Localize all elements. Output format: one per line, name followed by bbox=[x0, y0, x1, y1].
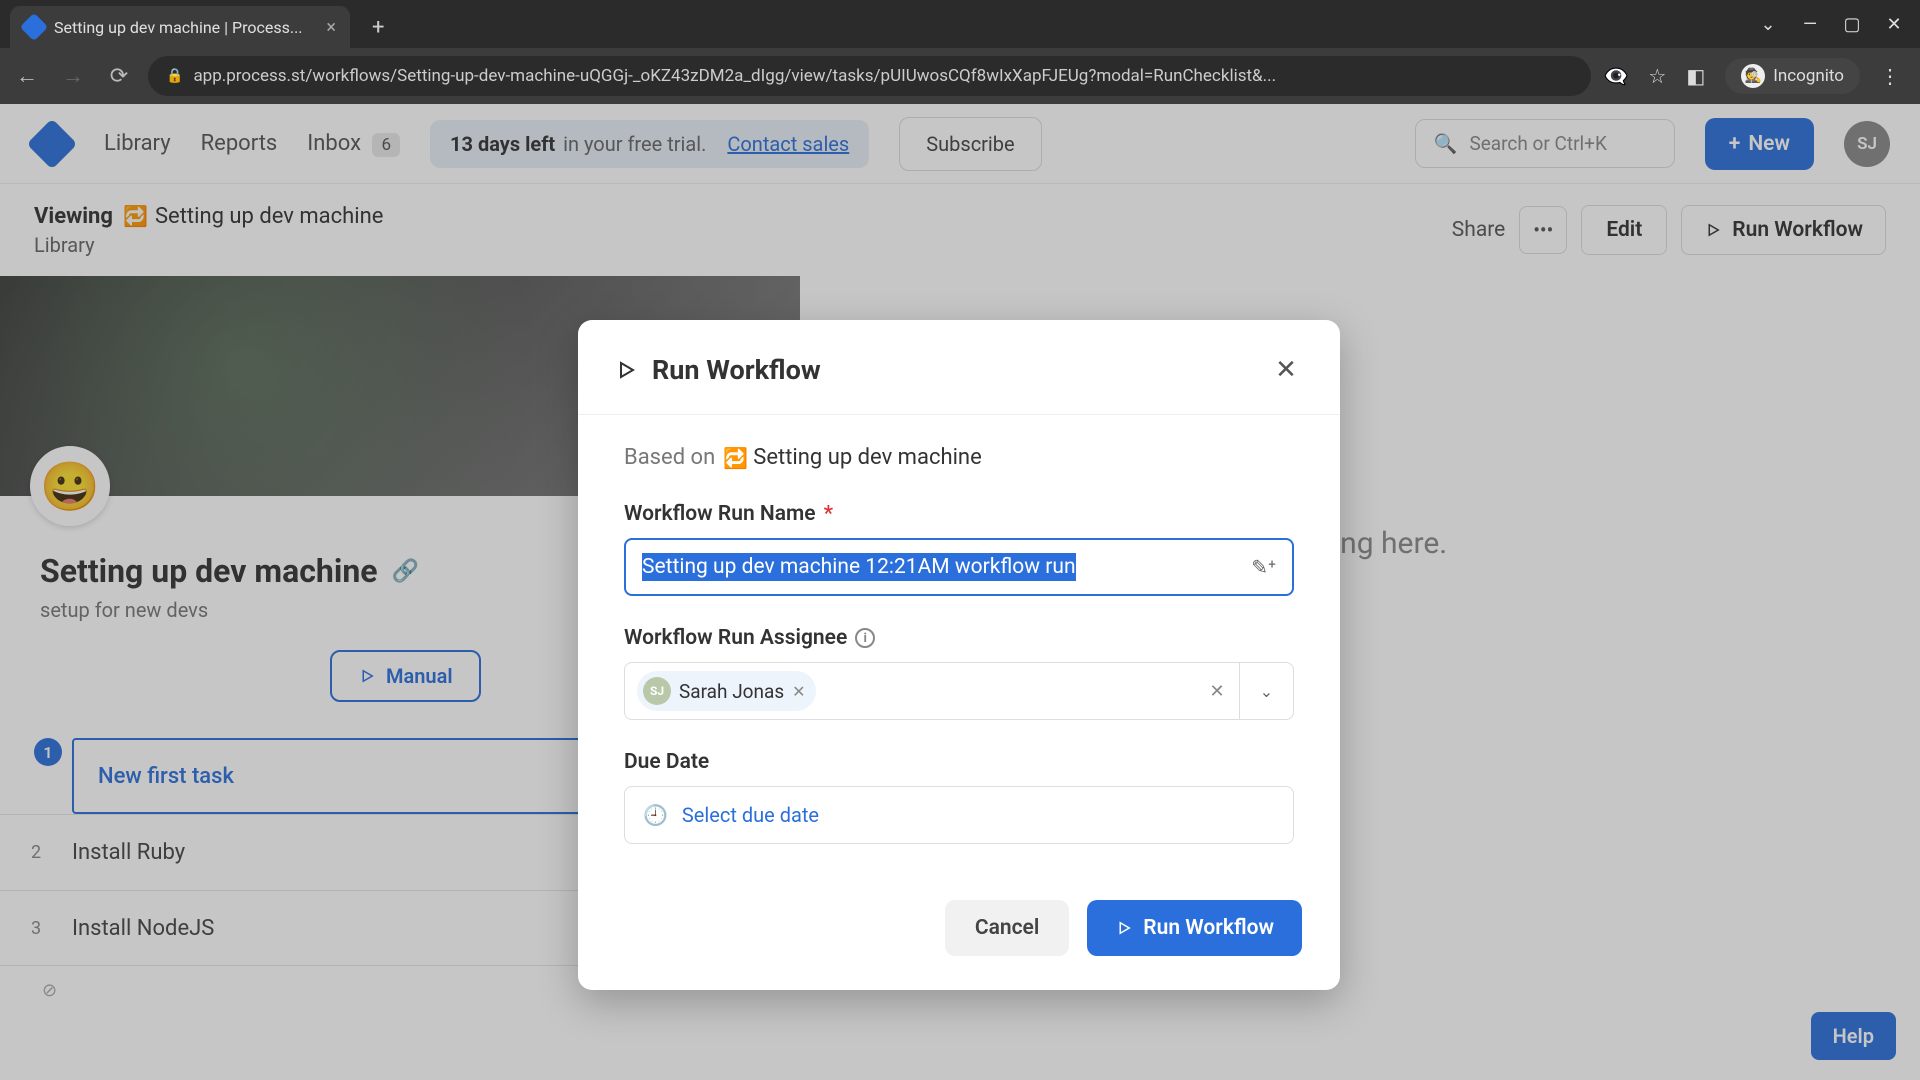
tabs-dropdown-icon[interactable]: ⌄ bbox=[1760, 16, 1776, 32]
chip-remove-icon[interactable]: ✕ bbox=[792, 682, 805, 701]
magic-wand-icon[interactable]: ✎⁺ bbox=[1251, 555, 1276, 579]
lock-icon: 🔒 bbox=[166, 68, 183, 84]
modal-title-text: Run Workflow bbox=[652, 354, 821, 386]
back-icon[interactable]: ← bbox=[10, 59, 44, 93]
eye-off-icon[interactable]: 👁‍🗨 bbox=[1603, 64, 1628, 88]
assignee-chip: SJ Sarah Jonas ✕ bbox=[637, 671, 816, 711]
clear-assignees-icon[interactable]: ✕ bbox=[1195, 681, 1239, 702]
star-icon[interactable]: ☆ bbox=[1648, 64, 1666, 88]
extensions-icon[interactable]: ◧ bbox=[1686, 64, 1705, 88]
name-label-text: Workflow Run Name bbox=[624, 502, 816, 526]
run-workflow-submit-button[interactable]: Run Workflow bbox=[1087, 900, 1302, 956]
run-workflow-modal: Run Workflow ✕ Based on 🔁 Setting up dev… bbox=[578, 320, 1340, 990]
browser-chrome: Setting up dev machine | Process... × + … bbox=[0, 0, 1920, 104]
chip-name: Sarah Jonas bbox=[679, 680, 784, 703]
based-on-label: Based on bbox=[624, 445, 715, 470]
assignee-label-text: Workflow Run Assignee bbox=[624, 626, 847, 650]
forward-icon[interactable]: → bbox=[56, 59, 90, 93]
modal-close-button[interactable]: ✕ bbox=[1268, 352, 1304, 388]
minimize-icon[interactable]: — bbox=[1802, 16, 1818, 32]
modal-title: Run Workflow bbox=[614, 354, 821, 386]
due-date-placeholder: Select due date bbox=[682, 803, 819, 827]
incognito-label: Incognito bbox=[1773, 66, 1844, 86]
play-icon bbox=[614, 358, 638, 382]
run-name-value: Setting up dev machine 12:21AM workflow … bbox=[642, 553, 1076, 581]
incognito-badge[interactable]: 🕵 Incognito bbox=[1725, 58, 1860, 94]
required-star: * bbox=[824, 502, 833, 526]
close-window-icon[interactable]: ✕ bbox=[1886, 16, 1902, 32]
workflow-icon: 🔁 bbox=[723, 449, 745, 467]
tab-close-icon[interactable]: × bbox=[326, 17, 336, 38]
info-icon[interactable]: i bbox=[855, 628, 875, 648]
url-text: app.process.st/workflows/Setting-up-dev-… bbox=[193, 66, 1276, 86]
based-on-name: Setting up dev machine bbox=[753, 445, 981, 470]
clock-icon: 🕘 bbox=[643, 803, 668, 827]
incognito-icon: 🕵 bbox=[1741, 64, 1765, 88]
assignee-chips: SJ Sarah Jonas ✕ bbox=[625, 671, 1195, 711]
modal-footer: Cancel Run Workflow bbox=[578, 874, 1340, 990]
chip-avatar: SJ bbox=[643, 677, 671, 705]
assignee-select[interactable]: SJ Sarah Jonas ✕ ✕ ⌄ bbox=[624, 662, 1294, 720]
assignee-dropdown-icon[interactable]: ⌄ bbox=[1239, 663, 1293, 719]
run-label: Run Workflow bbox=[1143, 916, 1274, 940]
modal-header: Run Workflow ✕ bbox=[578, 320, 1340, 414]
due-date-input[interactable]: 🕘 Select due date bbox=[624, 786, 1294, 844]
addr-right: 👁‍🗨 ☆ ◧ 🕵 Incognito ⋮ bbox=[1603, 58, 1910, 94]
new-tab-button[interactable]: + bbox=[358, 7, 398, 48]
name-field-label: Workflow Run Name * bbox=[624, 502, 1294, 526]
run-name-input[interactable]: Setting up dev machine 12:21AM workflow … bbox=[624, 538, 1294, 596]
modal-body: Based on 🔁 Setting up dev machine Workfl… bbox=[578, 415, 1340, 874]
based-on-row: Based on 🔁 Setting up dev machine bbox=[624, 445, 1294, 470]
browser-tab[interactable]: Setting up dev machine | Process... × bbox=[10, 6, 350, 48]
url-field[interactable]: 🔒 app.process.st/workflows/Setting-up-de… bbox=[148, 56, 1591, 96]
tab-bar: Setting up dev machine | Process... × + … bbox=[0, 0, 1920, 48]
play-icon bbox=[1115, 919, 1133, 937]
favicon bbox=[20, 13, 48, 41]
reload-icon[interactable]: ⟳ bbox=[102, 59, 136, 93]
assignee-field-label: Workflow Run Assignee i bbox=[624, 626, 1294, 650]
address-bar: ← → ⟳ 🔒 app.process.st/workflows/Setting… bbox=[0, 48, 1920, 104]
tab-title: Setting up dev machine | Process... bbox=[54, 18, 303, 37]
kebab-menu-icon[interactable]: ⋮ bbox=[1880, 64, 1900, 88]
due-date-label: Due Date bbox=[624, 750, 1294, 774]
cancel-button[interactable]: Cancel bbox=[945, 900, 1069, 956]
window-controls: ⌄ — ▢ ✕ bbox=[1760, 0, 1920, 48]
maximize-icon[interactable]: ▢ bbox=[1844, 16, 1860, 32]
